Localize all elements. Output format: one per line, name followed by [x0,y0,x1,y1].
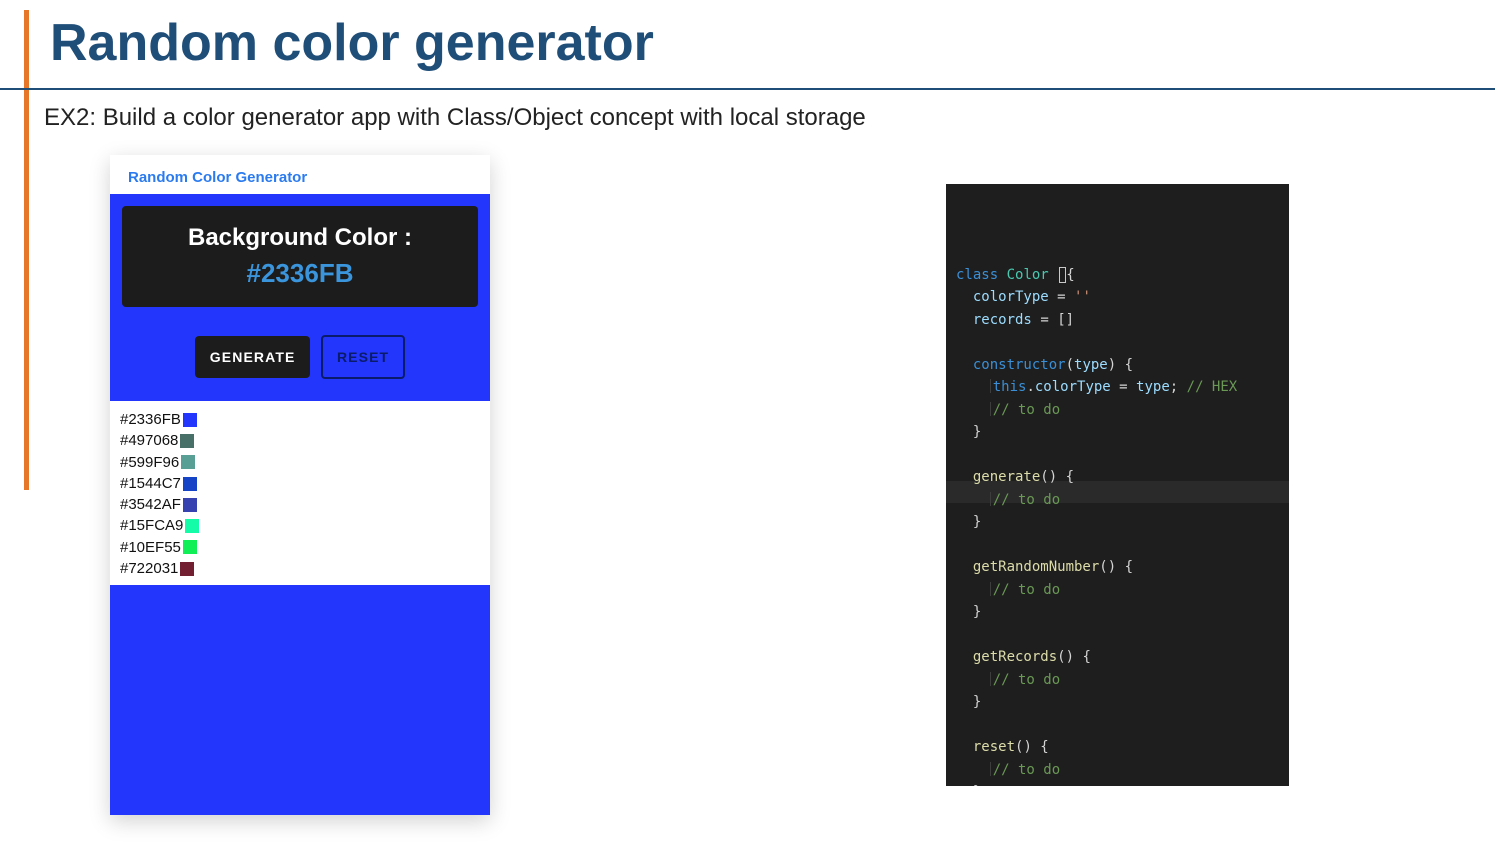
record-swatch [180,562,194,576]
color-label-hex: #2336FB [132,258,468,289]
record-hex: #3542AF [120,494,181,515]
reset-button[interactable]: RESET [321,335,405,379]
record-row: #10EF55 [120,537,480,558]
record-hex: #10EF55 [120,537,181,558]
record-hex: #1544C7 [120,473,181,494]
page-title: Random color generator [50,12,654,74]
record-swatch [180,434,194,448]
generate-button[interactable]: GENERATE [195,336,311,378]
record-swatch [183,498,197,512]
color-label-box: Background Color : #2336FB [122,206,478,307]
code-block: class Color { colorType = '' records = [… [946,184,1289,786]
accent-bar [24,10,29,490]
record-row: #1544C7 [120,473,480,494]
record-swatch [183,540,197,554]
record-row: #599F96 [120,452,480,473]
app-header: Random Color Generator [110,155,490,194]
record-hex: #2336FB [120,409,181,430]
record-swatch [183,477,197,491]
records-list: #2336FB#497068#599F96#1544C7#3542AF#15FC… [110,401,490,585]
app-card: Random Color Generator Background Color … [110,155,490,815]
record-row: #497068 [120,430,480,451]
record-swatch [183,413,197,427]
page-subtitle: EX2: Build a color generator app with Cl… [44,104,866,132]
app-canvas: Background Color : #2336FB GENERATE RESE… [110,194,490,401]
button-row: GENERATE RESET [122,307,478,389]
app-footer-canvas [110,585,490,815]
record-row: #3542AF [120,494,480,515]
color-label-title: Background Color : [132,224,468,252]
record-hex: #15FCA9 [120,515,183,536]
record-hex: #599F96 [120,452,179,473]
record-swatch [181,455,195,469]
record-row: #15FCA9 [120,515,480,536]
record-row: #722031 [120,558,480,579]
record-swatch [185,519,199,533]
record-hex: #497068 [120,430,178,451]
title-underline [0,88,1495,90]
record-hex: #722031 [120,558,178,579]
record-row: #2336FB [120,409,480,430]
